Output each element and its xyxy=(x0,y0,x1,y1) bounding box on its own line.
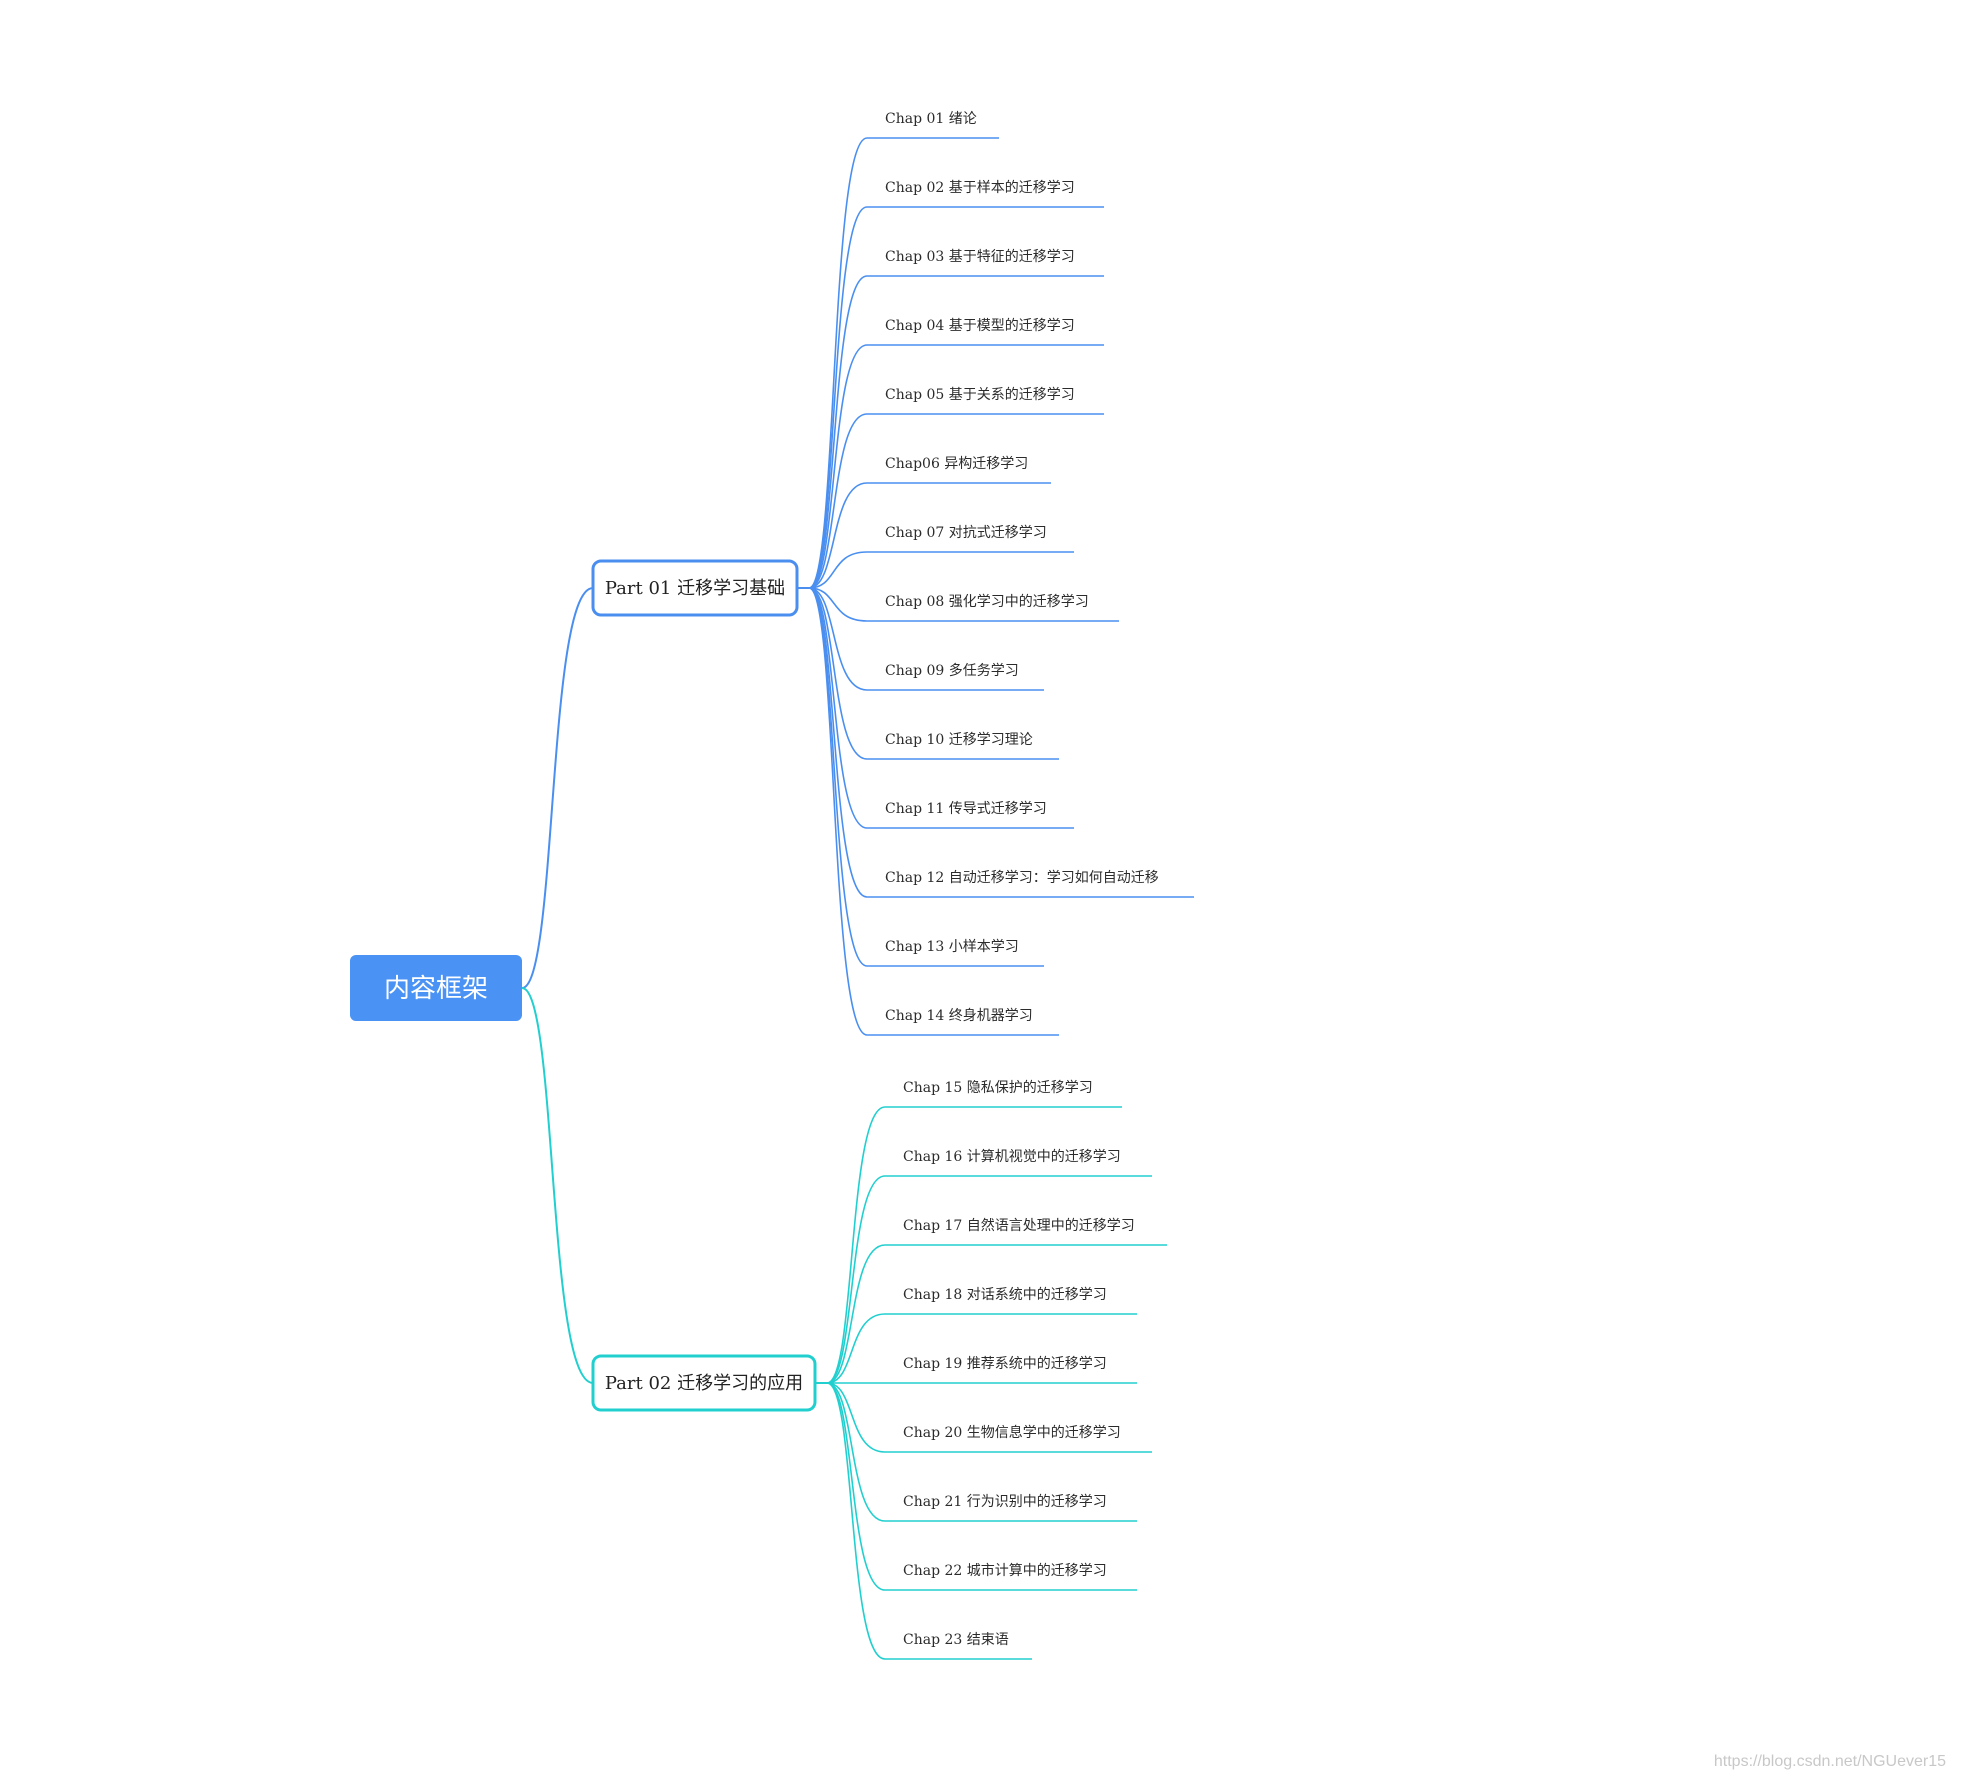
chapter-node[interactable]: Chap 11 传导式迁移学习 xyxy=(885,801,1047,817)
chapter-node[interactable]: Chap 08 强化学习中的迁移学习 xyxy=(885,594,1089,610)
watermark-url: https://blog.csdn.net/NGUever15 xyxy=(1713,1753,1946,1770)
chapter-node[interactable]: Chap 19 推荐系统中的迁移学习 xyxy=(903,1356,1107,1372)
chapter-node[interactable]: Chap 10 迁移学习理论 xyxy=(885,732,1033,748)
chapter-node[interactable]: Chap 07 对抗式迁移学习 xyxy=(885,525,1047,541)
chapter-node[interactable]: Chap 03 基于特征的迁移学习 xyxy=(885,248,1075,265)
chapter-node[interactable]: Chap 02 基于样本的迁移学习 xyxy=(885,179,1075,196)
chapter-node[interactable]: Chap 23 结束语 xyxy=(903,1632,1009,1648)
chapter-node[interactable]: Chap 14 终身机器学习 xyxy=(885,1008,1033,1024)
chapter-node[interactable]: Chap 18 对话系统中的迁移学习 xyxy=(903,1287,1107,1303)
part-node-label: Part 02 迁移学习的应用 xyxy=(605,1373,803,1394)
edge-part-to-chapter xyxy=(808,587,868,1036)
chapter-node[interactable]: Chap 05 基于关系的迁移学习 xyxy=(885,386,1075,403)
edge-root-to-part xyxy=(521,587,594,989)
chapter-node[interactable]: Chap 22 城市计算中的迁移学习 xyxy=(903,1562,1107,1579)
chapter-node[interactable]: Chap 20 生物信息学中的迁移学习 xyxy=(903,1424,1121,1441)
chapter-node[interactable]: Chap 12 自动迁移学习：学习如何自动迁移 xyxy=(885,870,1159,886)
chapter-node[interactable]: Chap 17 自然语言处理中的迁移学习 xyxy=(903,1217,1135,1234)
edge-part-to-chapter xyxy=(808,344,868,589)
chapter-node[interactable]: Chap 04 基于模型的迁移学习 xyxy=(885,317,1075,334)
part-node[interactable]: Part 02 迁移学习的应用 xyxy=(591,1354,817,1412)
chapter-node[interactable]: Chap06 异构迁移学习 xyxy=(885,456,1028,472)
mind-map-nodes: 内容框架 Part 01 迁移学习基础 Chap 01 绪论 Chap 02 基于样本… xyxy=(350,111,1159,1648)
root-node-label: 内容框架 xyxy=(384,974,488,1004)
mind-map: 内容框架 Part 01 迁移学习基础 Chap 01 绪论 Chap 02 基于样本… xyxy=(350,111,1194,1660)
root-node[interactable]: 内容框架 xyxy=(350,955,522,1021)
edge-root-to-part xyxy=(521,987,594,1384)
edge-part-to-chapter xyxy=(826,1244,886,1384)
edge-part-to-chapter xyxy=(826,1382,886,1522)
chapter-node[interactable]: Chap 01 绪论 xyxy=(885,111,977,127)
part-node-label: Part 01 迁移学习基础 xyxy=(605,578,785,599)
part-node[interactable]: Part 01 迁移学习基础 xyxy=(591,559,799,617)
chapter-node[interactable]: Chap 09 多任务学习 xyxy=(885,662,1019,679)
chapter-node[interactable]: Chap 15 隐私保护的迁移学习 xyxy=(903,1080,1093,1096)
chapter-node[interactable]: Chap 21 行为识别中的迁移学习 xyxy=(903,1494,1107,1510)
chapter-node[interactable]: Chap 13 小样本学习 xyxy=(885,939,1019,955)
edge-part-to-chapter xyxy=(808,587,868,829)
chapter-node[interactable]: Chap 16 计算机视觉中的迁移学习 xyxy=(903,1149,1121,1165)
